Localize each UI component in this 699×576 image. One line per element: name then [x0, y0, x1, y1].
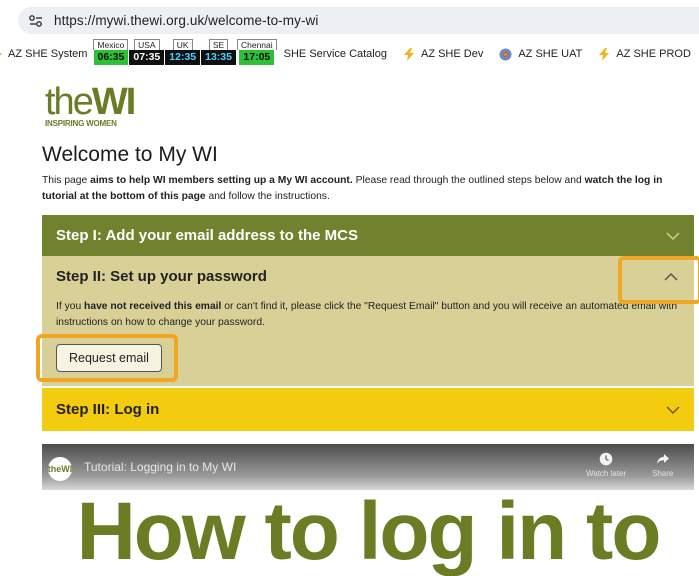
chevron-down-icon[interactable] [666, 405, 680, 414]
clock-se: SE 13:35 [201, 39, 236, 65]
clock-uk: UK 12:35 [165, 39, 201, 65]
intro-bold: aims to help WI members setting up a My … [90, 175, 353, 186]
step-2-instructions: If you have not received this email or c… [56, 299, 680, 330]
clock-icon [599, 452, 613, 466]
watch-later-label: Watch later [586, 469, 627, 478]
lightning-icon [403, 47, 415, 61]
clock-time: 06:35 [93, 50, 129, 65]
accordion-step-3[interactable]: Step III: Log in [42, 388, 694, 431]
bookmark-label: AZ SHE UAT [518, 48, 583, 60]
clock-time: 07:35 [129, 50, 165, 65]
address-bar[interactable]: https://mywi.thewi.org.uk/welcome-to-my-… [18, 7, 699, 34]
channel-logo[interactable]: theWI [48, 457, 72, 481]
chevron-down-icon[interactable] [666, 231, 680, 240]
accordion-step-1[interactable]: Step I: Add your email address to the MC… [42, 215, 694, 256]
bookmark-az-she-prod[interactable]: AZ SHE PROD [598, 47, 691, 61]
bookmark-label: AZ SHE System [8, 48, 88, 60]
body-bold: have not received this email [84, 301, 222, 312]
globe-icon [499, 48, 512, 61]
accordion-header[interactable]: Step III: Log in [42, 388, 694, 431]
browser-address-area: https://mywi.thewi.org.uk/welcome-to-my-… [0, 0, 699, 38]
accordion-header[interactable]: Step II: Set up your password [42, 256, 694, 297]
bookmark-label: AZ SHE Dev [420, 48, 484, 60]
clock-city: UK [172, 39, 193, 50]
world-clock-widget: Mexico 06:35 USA 07:35 UK 12:35 SE 13:35… [93, 39, 277, 69]
bookmark-label: SHE Service Catalog [283, 48, 387, 60]
logo-wordmark: theWI [45, 81, 136, 123]
highlight-chevron-annotation [618, 256, 699, 304]
video-thumbnail-text: How to log in to [76, 486, 662, 576]
clock-chennai: Chennai 17:05 [236, 39, 277, 65]
url-text[interactable]: https://mywi.thewi.org.uk/welcome-to-my-… [54, 13, 319, 28]
accordion-title: Step III: Log in [56, 401, 160, 418]
share-label: Share [652, 469, 674, 478]
intro-part: and follow the instructions. [205, 190, 330, 202]
lightning-icon [598, 47, 610, 61]
highlight-request-button-annotation [36, 334, 178, 382]
bookmark-favicon-icon [0, 49, 2, 59]
watch-later-control[interactable]: Watch later [586, 452, 626, 478]
clock-time: 12:35 [165, 50, 201, 65]
clock-city: Mexico [93, 39, 129, 50]
share-icon [656, 454, 669, 464]
accordion-title: Step I: Add your email address to the MC… [56, 227, 358, 244]
video-title[interactable]: Tutorial: Logging in to My WI [84, 460, 236, 474]
intro-text: This page aims to help WI members settin… [42, 173, 694, 204]
clock-time: 13:35 [201, 50, 236, 65]
bookmark-she-service-catalog[interactable]: SHE Service Catalog [284, 48, 387, 60]
intro-part: Please read through the outlined steps b… [352, 175, 585, 186]
page-title: Welcome to My WI [42, 143, 218, 166]
clock-mexico: Mexico 06:35 [93, 39, 129, 65]
clock-usa: USA 07:35 [129, 39, 165, 65]
clock-city: Chennai [236, 39, 277, 50]
clock-time: 17:05 [239, 50, 275, 65]
share-control[interactable]: Share [652, 452, 673, 478]
accordion-title: Step II: Set up your password [56, 268, 267, 285]
bookmark-az-she-uat[interactable]: AZ SHE UAT [499, 48, 582, 61]
bookmarks-bar: AZ SHE System Mexico 06:35 USA 07:35 UK … [0, 38, 699, 70]
intro-part: This page [42, 175, 91, 186]
clock-city: SE [208, 39, 229, 50]
bookmark-label: AZ SHE PROD [616, 48, 691, 60]
body-part: If you [56, 301, 85, 312]
accordion-header[interactable]: Step I: Add your email address to the MC… [42, 215, 694, 256]
bookmark-az-she-dev[interactable]: AZ SHE Dev [403, 47, 484, 61]
bookmark-az-she-system[interactable]: AZ SHE System [0, 48, 87, 60]
site-info-icon[interactable] [22, 7, 50, 34]
clock-city: USA [134, 39, 160, 50]
logo-the: the [45, 81, 94, 123]
thewi-logo[interactable]: theWI INSPIRING WOMEN [45, 81, 136, 128]
logo-wi: WI [91, 81, 136, 123]
tutorial-video[interactable]: How to log in to theWI Tutorial: Logging… [42, 444, 694, 576]
